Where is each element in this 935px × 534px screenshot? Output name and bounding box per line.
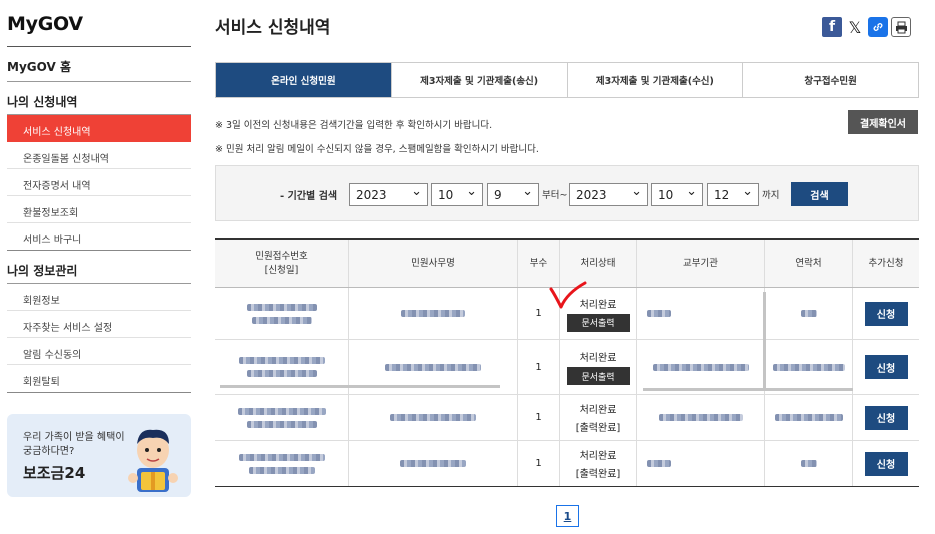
sidebar-item-member-info[interactable]: 회원정보 [7,284,191,311]
subsidy24-banner[interactable]: 우리 가족이 받을 혜택이 궁금하다면? 보조금24 [7,414,191,497]
service-name-cell [349,395,518,440]
red-checkmark-icon [549,281,587,309]
link-icon[interactable] [868,17,888,37]
to-month-select[interactable]: 10 [651,183,703,206]
sidebar-item-allday-care[interactable]: 온종일돌봄 신청내역 [7,142,191,169]
sidebar-item-home[interactable]: MyGOV 홈 [7,47,191,82]
print-complete-text: [출력완료] [575,469,621,480]
status-cell: 처리완료 문서출력 [560,340,637,394]
contact-cell [765,441,853,486]
print-icon[interactable] [891,17,911,37]
sub-menu-applications: 서비스 신청내역 온종일돌봄 신청내역 전자증명서 내역 환불정보조회 서비스 … [7,115,191,251]
sub-menu-info: 회원정보 자주찾는 서비스 설정 알림 수신동의 회원탈퇴 [7,284,191,393]
notice-spam-mail: ※ 민원 처리 알림 메일이 수신되지 않을 경우, 스팸메일함을 확인하시기 … [215,144,539,155]
apply-button[interactable]: 신청 [864,355,908,379]
apply-cell: 신청 [853,288,919,339]
copies-cell: 1 [518,395,560,440]
search-label: - 기간별 검색 [280,191,338,202]
apply-cell: 신청 [853,441,919,486]
contact-cell [765,340,853,394]
banner-text: 우리 가족이 받을 혜택이 궁금하다면? [23,432,125,457]
apply-button[interactable]: 신청 [864,301,908,326]
pagination-page-1[interactable]: 1 [556,505,579,527]
sidebar: MyGOV MyGOV 홈 나의 신청내역 서비스 신청내역 온종일돌봄 신청내… [7,0,191,497]
tab-counter-applications[interactable]: 창구접수민원 [743,63,918,97]
col-service-name: 민원사무명 [349,240,518,287]
receipt-number-cell [215,395,349,440]
applications-table: 민원접수번호 [신청일] 민원사무명 부수 처리상태 교부기관 연락처 추가신청… [215,238,919,487]
col-issuing-agency: 교부기관 [637,240,765,287]
section-my-applications[interactable]: 나의 신청내역 [7,82,191,115]
sidebar-item-service-applications[interactable]: 서비스 신청내역 [7,115,191,142]
banner-title: 보조금24 [23,464,86,482]
agency-cell [637,288,765,339]
share-toolbar: f 𝕏 [822,17,911,37]
x-twitter-icon[interactable]: 𝕏 [845,17,865,37]
sidebar-item-refund-info[interactable]: 환불정보조회 [7,196,191,223]
col-receipt-number: 민원접수번호 [신청일] [215,240,349,287]
to-text: 까지 [762,190,780,201]
sidebar-item-withdraw[interactable]: 회원탈퇴 [7,365,191,392]
status-text: 처리완료 [579,353,617,364]
status-text: 처리완료 [579,451,617,462]
sidebar-item-notification-consent[interactable]: 알림 수신동의 [7,338,191,365]
agency-cell [637,441,765,486]
to-year-select[interactable]: 2023 [569,183,648,206]
status-cell: 처리완료 [출력완료] [560,395,637,440]
copies-cell: 1 [518,441,560,486]
contact-cell [765,288,853,339]
overlay-line [220,385,500,388]
tab-online-applications[interactable]: 온라인 신청민원 [216,63,392,97]
document-print-button[interactable]: 문서출력 [566,367,630,385]
to-day-select[interactable]: 12 [707,183,759,206]
contact-cell [765,395,853,440]
apply-button[interactable]: 신청 [864,451,908,476]
from-day-select[interactable]: 9 [487,183,539,206]
page-title: 서비스 신청내역 [215,18,331,38]
status-cell: 처리완료 [출력완료] [560,441,637,486]
sidebar-item-service-basket[interactable]: 서비스 바구니 [7,223,191,250]
tab-third-party-received[interactable]: 제3자제출 및 기관제출(수신) [567,63,744,97]
status-text: 처리완료 [579,405,617,416]
receipt-number-cell [215,288,349,339]
from-month-select[interactable]: 10 [431,183,483,206]
brand-logo[interactable]: MyGOV [7,0,191,47]
col-additional: 추가신청 [868,257,904,269]
apply-cell: 신청 [853,395,919,440]
receipt-number-cell [215,441,349,486]
col-status: 처리상태 [560,240,637,287]
section-my-info[interactable]: 나의 정보관리 [7,251,191,284]
tab-bar: 온라인 신청민원 제3자제출 및 기관제출(송신) 제3자제출 및 기관제출(수… [215,62,919,98]
mascot-illustration-icon [128,429,178,492]
overlay-line [643,388,853,391]
apply-cell: 신청 [853,340,919,394]
table-row: 1 처리완료 [출력완료] 신청 [215,441,919,487]
agency-cell [637,340,765,394]
payment-receipt-button[interactable]: 결제확인서 [848,110,918,134]
overlay-line [763,292,766,390]
print-complete-text: [출력완료] [575,423,621,434]
service-name-cell [349,288,518,339]
service-name-cell [349,441,518,486]
search-button[interactable]: 검색 [791,182,848,206]
col-copies: 부수 [518,240,560,287]
from-year-select[interactable]: 2023 [349,183,428,206]
col-contact: 연락처 [765,240,853,287]
copies-cell: 1 [518,340,560,394]
tab-third-party-sent[interactable]: 제3자제출 및 기관제출(송신) [391,63,568,97]
from-text: 부터~ [542,190,568,201]
sidebar-item-e-certificates[interactable]: 전자증명서 내역 [7,169,191,196]
agency-cell [637,395,765,440]
sidebar-item-favorite-services[interactable]: 자주찾는 서비스 설정 [7,311,191,338]
period-search-box: - 기간별 검색 2023 10 9 부터~ 2023 10 12 까지 검색 [215,165,919,221]
document-print-button[interactable]: 문서출력 [566,313,630,332]
notice-search-period: ※ 3일 이전의 신청내용은 검색기간을 입력한 후 확인하시기 바랍니다. [215,120,493,131]
facebook-icon[interactable]: f [822,17,842,37]
table-row: 1 처리완료 [출력완료] 신청 [215,395,919,441]
apply-button[interactable]: 신청 [864,405,908,430]
